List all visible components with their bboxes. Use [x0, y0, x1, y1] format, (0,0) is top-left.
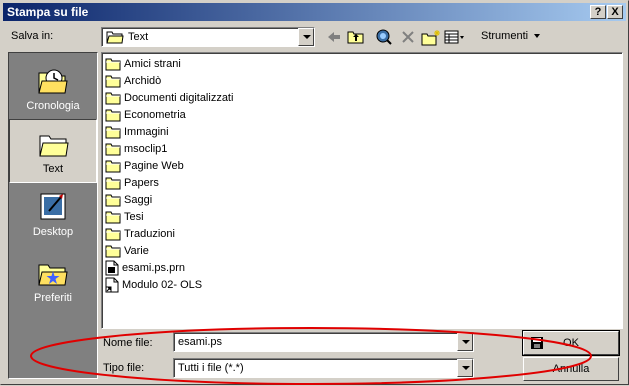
- views-button[interactable]: [444, 27, 466, 47]
- file-name: Archidò: [124, 74, 162, 87]
- folder-item[interactable]: Econometria: [105, 106, 186, 123]
- search-web-icon: [376, 29, 392, 45]
- help-button[interactable]: ?: [590, 5, 606, 19]
- folder-icon: [105, 177, 121, 189]
- filename-input[interactable]: esami.ps: [173, 332, 474, 352]
- folder-icon: [105, 211, 121, 223]
- delete-button[interactable]: [397, 27, 419, 47]
- folder-item[interactable]: Archidò: [105, 72, 161, 89]
- folder-icon: [106, 31, 124, 44]
- folder-item[interactable]: Varie: [105, 242, 149, 259]
- views-icon: [444, 30, 464, 44]
- up-folder-button[interactable]: [345, 27, 367, 47]
- folder-icon: [105, 160, 121, 172]
- folder-item[interactable]: Saggi: [105, 191, 152, 208]
- file-name: Traduzioni: [124, 227, 175, 240]
- place-label: Desktop: [32, 226, 74, 238]
- postscript-file-icon: [105, 260, 119, 275]
- folder-item[interactable]: Immagini: [105, 123, 169, 140]
- file-name: Tesi: [124, 210, 144, 223]
- lookin-label: Salva in:: [11, 30, 54, 42]
- folder-item[interactable]: Traduzioni: [105, 225, 175, 242]
- folder-icon: [105, 58, 121, 70]
- close-button[interactable]: X: [607, 5, 623, 19]
- folder-icon: [105, 126, 121, 138]
- place-history[interactable]: Cronologia: [9, 57, 97, 121]
- place-text[interactable]: Text: [9, 119, 97, 183]
- desktop-icon: [40, 193, 66, 220]
- folder-icon: [105, 228, 121, 240]
- file-name: Immagini: [124, 125, 169, 138]
- new-folder-icon: [421, 29, 440, 45]
- lookin-value: Text: [128, 30, 149, 43]
- back-button[interactable]: [323, 27, 345, 47]
- file-item[interactable]: esami.ps.prn: [105, 259, 185, 276]
- filename-dropdown-button[interactable]: [457, 333, 473, 351]
- print-to-file-dialog: Stampa su file ? X Salva in: Text Strume…: [0, 0, 629, 385]
- new-folder-button[interactable]: [420, 27, 442, 47]
- folder-icon: [105, 143, 121, 155]
- folder-item[interactable]: Amici strani: [105, 55, 181, 72]
- file-name: Varie: [124, 244, 149, 257]
- file-name: msoclip1: [124, 142, 168, 155]
- folder-icon: [105, 92, 121, 104]
- file-name: Saggi: [124, 193, 153, 206]
- lookin-dropdown-button[interactable]: [298, 28, 314, 46]
- folder-icon: [39, 135, 69, 157]
- folder-icon: [105, 109, 121, 121]
- file-name: Amici strani: [124, 57, 181, 70]
- folder-item[interactable]: Pagine Web: [105, 157, 184, 174]
- search-web-button[interactable]: [373, 27, 395, 47]
- file-name: Modulo 02- OLS: [122, 278, 203, 291]
- folder-item[interactable]: msoclip1: [105, 140, 167, 157]
- file-name: Pagine Web: [124, 159, 184, 172]
- place-label: Cronologia: [26, 100, 80, 112]
- up-folder-icon: [347, 31, 364, 44]
- filetype-dropdown-button[interactable]: [457, 359, 473, 377]
- folder-item[interactable]: Tesi: [105, 208, 144, 225]
- shortcut-file-icon: [105, 277, 119, 292]
- place-label: Preferiti: [34, 292, 72, 304]
- favorites-folder-icon: [38, 264, 68, 286]
- file-name: Documenti digitalizzati: [124, 91, 234, 104]
- place-favorites[interactable]: Preferiti: [9, 249, 97, 313]
- filetype-label: Tipo file:: [103, 362, 145, 374]
- place-label: Text: [42, 163, 64, 175]
- place-desktop[interactable]: Desktop: [9, 183, 97, 247]
- file-list[interactable]: Amici strani Archidò Documenti digitalizza…: [101, 52, 623, 329]
- folder-icon: [105, 194, 121, 206]
- lookin-dropdown[interactable]: Text: [101, 27, 315, 47]
- ok-button[interactable]: OK: [522, 330, 620, 356]
- tools-menu[interactable]: Strumenti: [481, 30, 541, 42]
- folder-icon: [105, 75, 121, 87]
- filetype-value: Tutti i file (*.*): [178, 362, 244, 374]
- delete-x-icon: [402, 31, 414, 43]
- back-arrow-icon: [328, 32, 340, 42]
- file-name: esami.ps.prn: [122, 261, 185, 274]
- chevron-down-icon: [534, 34, 541, 39]
- history-folder-icon: [38, 69, 68, 94]
- title-bar: Stampa su file ? X: [3, 3, 626, 21]
- save-disk-icon: [531, 337, 543, 349]
- window-title: Stampa su file: [7, 5, 89, 19]
- places-bar: Cronologia Text Desktop Preferiti: [8, 52, 98, 379]
- filetype-select[interactable]: Tutti i file (*.*): [173, 358, 474, 378]
- cancel-button[interactable]: Annulla: [523, 357, 619, 381]
- folder-item[interactable]: Papers: [105, 174, 159, 191]
- folder-icon: [105, 245, 121, 257]
- filename-value: esami.ps: [178, 336, 223, 348]
- file-item[interactable]: Modulo 02- OLS: [105, 276, 202, 293]
- file-name: Econometria: [124, 108, 186, 121]
- folder-item[interactable]: Documenti digitalizzati: [105, 89, 233, 106]
- file-name: Papers: [124, 176, 159, 189]
- filename-label: Nome file:: [103, 337, 153, 349]
